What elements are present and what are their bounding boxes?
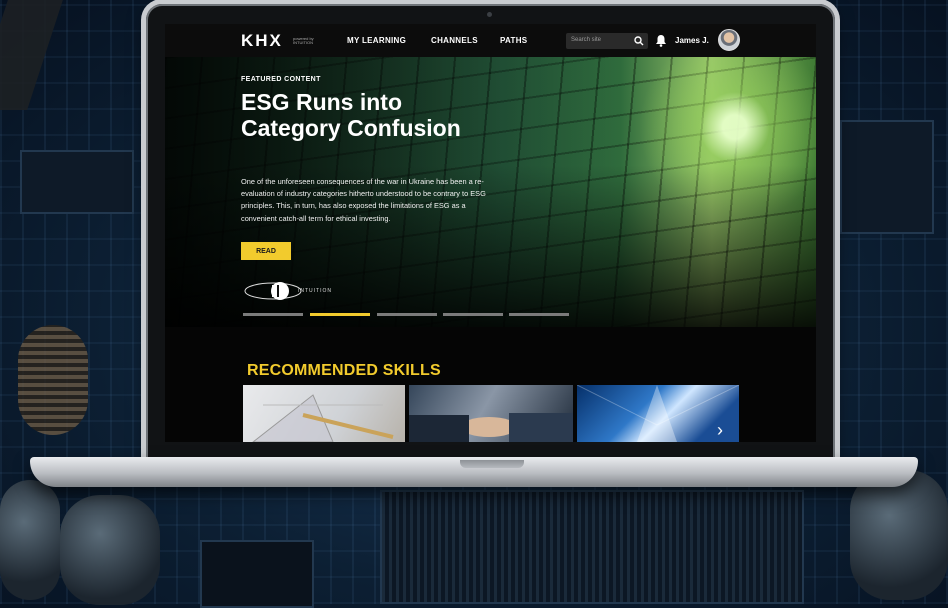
top-navbar: KHX powered by INTUITION MY LEARNING CHA… [165, 24, 816, 57]
circuit-chip [200, 540, 314, 608]
capacitor [60, 495, 160, 605]
hero-description: One of the unforeseen consequences of th… [241, 177, 486, 223]
skill-card-drafting-tools[interactable] [243, 385, 405, 442]
laptop-screen: KHX powered by INTUITION MY LEARNING CHA… [165, 24, 816, 442]
skill-card-handshake[interactable] [409, 385, 573, 442]
skill-card-skyscrapers[interactable] [577, 385, 739, 442]
carousel-indicator[interactable] [377, 313, 437, 316]
capacitor [0, 480, 60, 600]
carousel-indicator[interactable] [243, 313, 303, 316]
drafting-tools-image [252, 394, 394, 442]
search-icon[interactable] [634, 36, 644, 46]
handshake-image [409, 413, 573, 442]
nav-channels[interactable]: CHANNELS [431, 36, 478, 45]
circuit-chip [20, 150, 134, 214]
search-input[interactable]: Search site [566, 33, 648, 49]
recommended-skills-title: RECOMMENDED SKILLS [247, 362, 441, 379]
capacitor [850, 470, 948, 600]
circuit-chip [840, 120, 934, 234]
nav-paths[interactable]: PATHS [500, 36, 527, 45]
featured-tag: FEATURED CONTENT [241, 76, 321, 83]
read-button[interactable]: READ [241, 242, 291, 260]
circuit-processor [380, 490, 804, 604]
chevron-right-icon[interactable]: › [717, 420, 723, 441]
avatar[interactable] [718, 29, 740, 51]
bell-icon[interactable] [655, 34, 667, 47]
nav-my-learning[interactable]: MY LEARNING [347, 36, 406, 45]
logo-subtitle: powered by INTUITION [293, 36, 314, 45]
khx-logo[interactable]: KHX [241, 31, 283, 51]
carousel-indicator[interactable] [509, 313, 569, 316]
user-name[interactable]: James J. [675, 36, 709, 45]
carousel-indicator-active[interactable] [310, 313, 370, 316]
laptop-notch [460, 460, 524, 468]
hero-title: ESG Runs into Category Confusion [241, 89, 461, 141]
laptop-camera [487, 12, 492, 17]
skyscrapers-image [577, 385, 739, 442]
intuition-brand-text: INTUITION [298, 288, 332, 294]
laptop-base [30, 457, 918, 487]
carousel-indicator[interactable] [443, 313, 503, 316]
search-placeholder: Search site [571, 37, 602, 43]
circuit-coil [18, 325, 88, 435]
featured-hero: FEATURED CONTENT ESG Runs into Category … [165, 57, 816, 327]
